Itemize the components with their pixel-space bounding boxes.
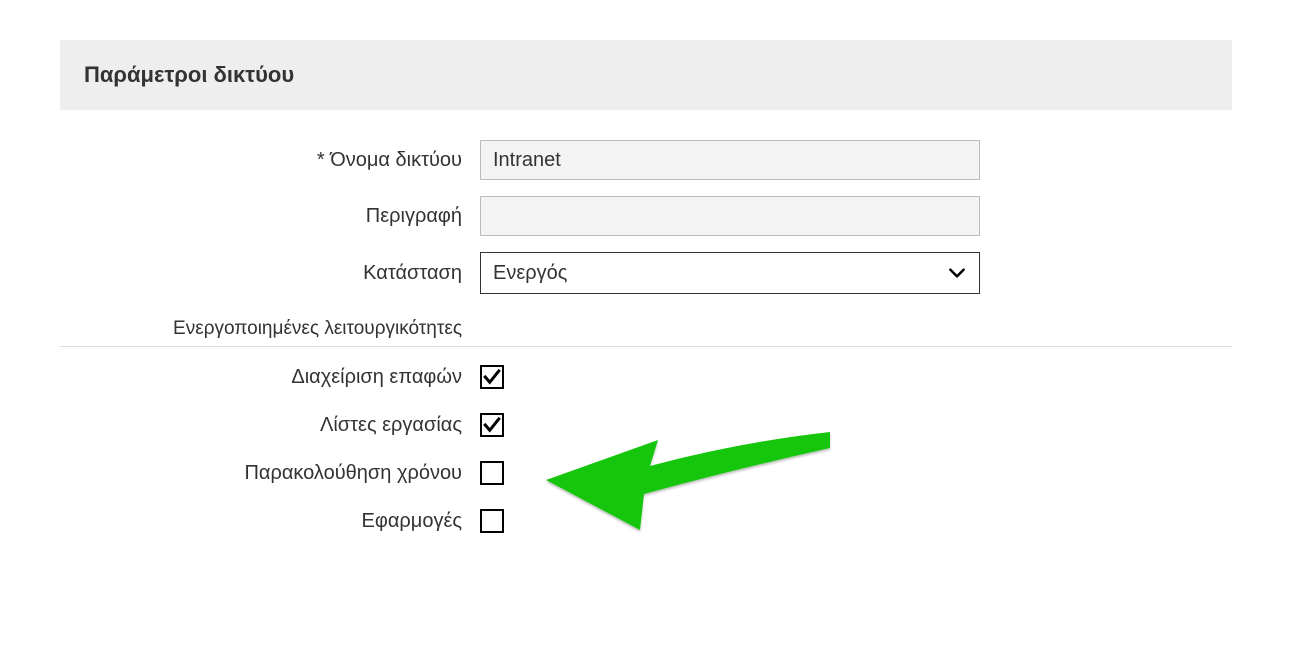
input-description[interactable] <box>480 196 980 236</box>
row-status: Κατάσταση Ενεργός <box>60 252 1232 294</box>
label-network-name: * Όνομα δικτύου <box>60 149 480 172</box>
input-network-name[interactable] <box>480 140 980 180</box>
row-feature-apps: Εφαρμογές <box>60 509 1232 533</box>
check-icon <box>483 368 501 386</box>
check-icon <box>483 416 501 434</box>
label-status: Κατάσταση <box>60 262 480 285</box>
checkbox-feature-contacts[interactable] <box>480 365 504 389</box>
row-feature-timetrack: Παρακολούθηση χρόνου <box>60 461 1232 485</box>
label-feature-apps: Εφαρμογές <box>60 510 480 533</box>
network-settings-form: * Όνομα δικτύου Περιγραφή Κατάσταση Ενερ… <box>60 140 1232 533</box>
features-heading: Ενεργοποιημένες λειτουργικότητες <box>60 318 480 340</box>
checkbox-feature-worklists[interactable] <box>480 413 504 437</box>
checkbox-feature-apps[interactable] <box>480 509 504 533</box>
select-status[interactable]: Ενεργός <box>480 252 980 294</box>
row-network-name: * Όνομα δικτύου <box>60 140 1232 180</box>
row-feature-worklists: Λίστες εργασίας <box>60 413 1232 437</box>
chevron-down-icon <box>947 263 967 283</box>
label-feature-timetrack: Παρακολούθηση χρόνου <box>60 462 480 485</box>
row-feature-contacts: Διαχείριση επαφών <box>60 365 1232 389</box>
panel-header: Παράμετροι δικτύου <box>60 40 1232 110</box>
select-status-value: Ενεργός <box>493 262 947 285</box>
row-features-heading: Ενεργοποιημένες λειτουργικότητες <box>60 318 1232 347</box>
row-description: Περιγραφή <box>60 196 1232 236</box>
label-feature-worklists: Λίστες εργασίας <box>60 414 480 437</box>
label-feature-contacts: Διαχείριση επαφών <box>60 366 480 389</box>
panel-title: Παράμετροι δικτύου <box>84 62 1208 88</box>
checkbox-feature-timetrack[interactable] <box>480 461 504 485</box>
label-description: Περιγραφή <box>60 205 480 228</box>
